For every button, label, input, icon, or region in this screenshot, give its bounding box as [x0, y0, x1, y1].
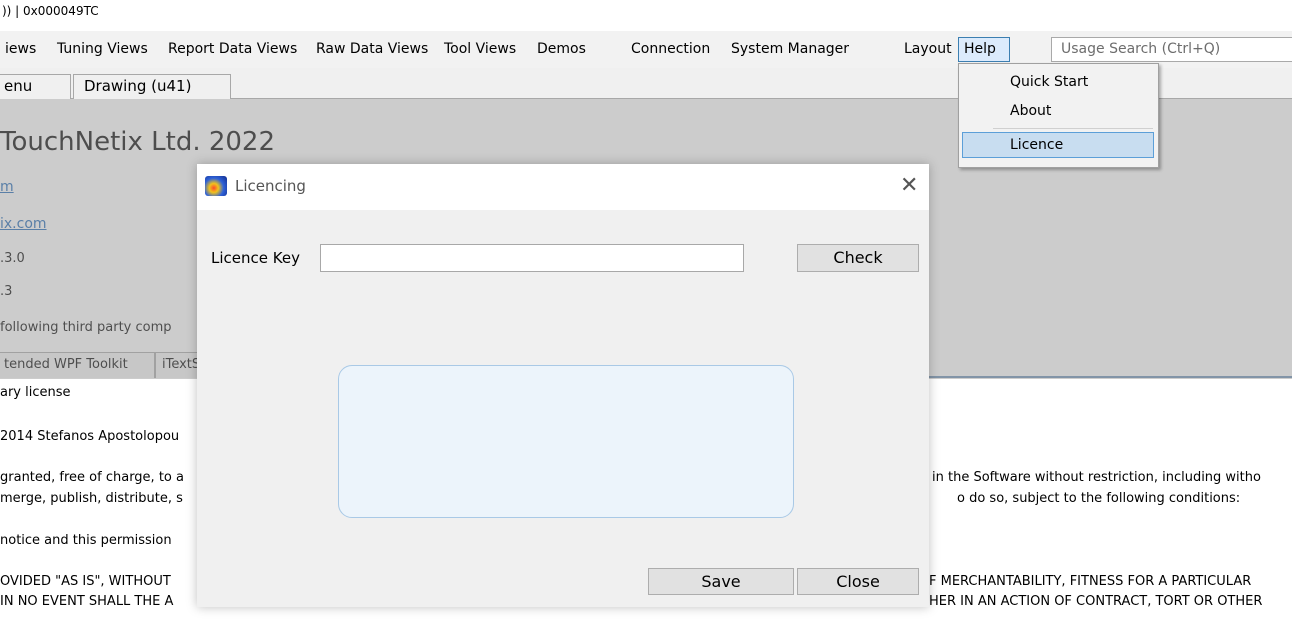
menu-system-manager[interactable]: System Manager [731, 41, 849, 57]
save-button[interactable]: Save [648, 568, 794, 595]
close-button[interactable]: Close [797, 568, 919, 595]
license-text-line: in the Software without restriction, inc… [932, 470, 1261, 485]
license-text-line: merge, publish, distribute, s [0, 491, 183, 506]
menu-report-data-views[interactable]: Report Data Views [168, 41, 297, 57]
license-text-line: F MERCHANTABILITY, FITNESS FOR A PARTICU… [929, 574, 1252, 589]
dialog-title-bar: Licencing ✕ [197, 164, 929, 210]
licence-key-label: Licence Key [211, 249, 300, 267]
copyright-text: 2014 Stefanos Apostolopou [0, 429, 180, 444]
menu-connection[interactable]: Connection [631, 41, 710, 57]
window-title: )) | 0x000049TC [2, 4, 99, 18]
license-text-line: OVIDED "AS IS", WITHOUT [0, 574, 171, 589]
help-dropdown-menu: Quick Start About Licence [958, 63, 1159, 168]
licence-key-input[interactable] [320, 244, 744, 272]
dialog-title: Licencing [235, 177, 306, 195]
tab-drawing[interactable]: Drawing (u41) [73, 74, 231, 99]
license-text-line: notice and this permission [0, 533, 172, 548]
license-text-line: HER IN AN ACTION OF CONTRACT, TORT OR OT… [929, 594, 1263, 609]
license-type-text: ary license [0, 385, 71, 400]
menu-demos[interactable]: Demos [537, 41, 586, 57]
menu-separator [993, 128, 1153, 129]
menu-item-quick-start[interactable]: Quick Start [1010, 74, 1088, 90]
menu-tool-views[interactable]: Tool Views [444, 41, 516, 57]
menu-raw-data-views[interactable]: Raw Data Views [316, 41, 428, 57]
license-text-line: o do so, subject to the following condit… [957, 491, 1241, 506]
menu-item-about[interactable]: About [1010, 103, 1051, 119]
license-text-line: granted, free of charge, to a [0, 470, 184, 485]
usage-search-input[interactable]: Usage Search (Ctrl+Q) [1051, 37, 1292, 62]
close-icon[interactable]: ✕ [900, 173, 918, 198]
check-button[interactable]: Check [797, 244, 919, 272]
menu-help[interactable]: Help [958, 37, 1010, 62]
licence-message-box [338, 365, 794, 518]
menu-tuning-views[interactable]: Tuning Views [57, 41, 148, 57]
menu-views[interactable]: iews [5, 41, 36, 57]
window-title-bar: )) | 0x000049TC [0, 0, 1292, 28]
licencing-dialog: Licencing ✕ Licence Key Check Save Close [197, 164, 929, 607]
menu-item-licence[interactable]: Licence [1010, 137, 1063, 153]
app-icon [205, 176, 227, 196]
license-text-line: IN NO EVENT SHALL THE A [0, 594, 174, 609]
menu-layout[interactable]: Layout [904, 41, 952, 57]
tab-menu[interactable]: enu [0, 74, 71, 99]
